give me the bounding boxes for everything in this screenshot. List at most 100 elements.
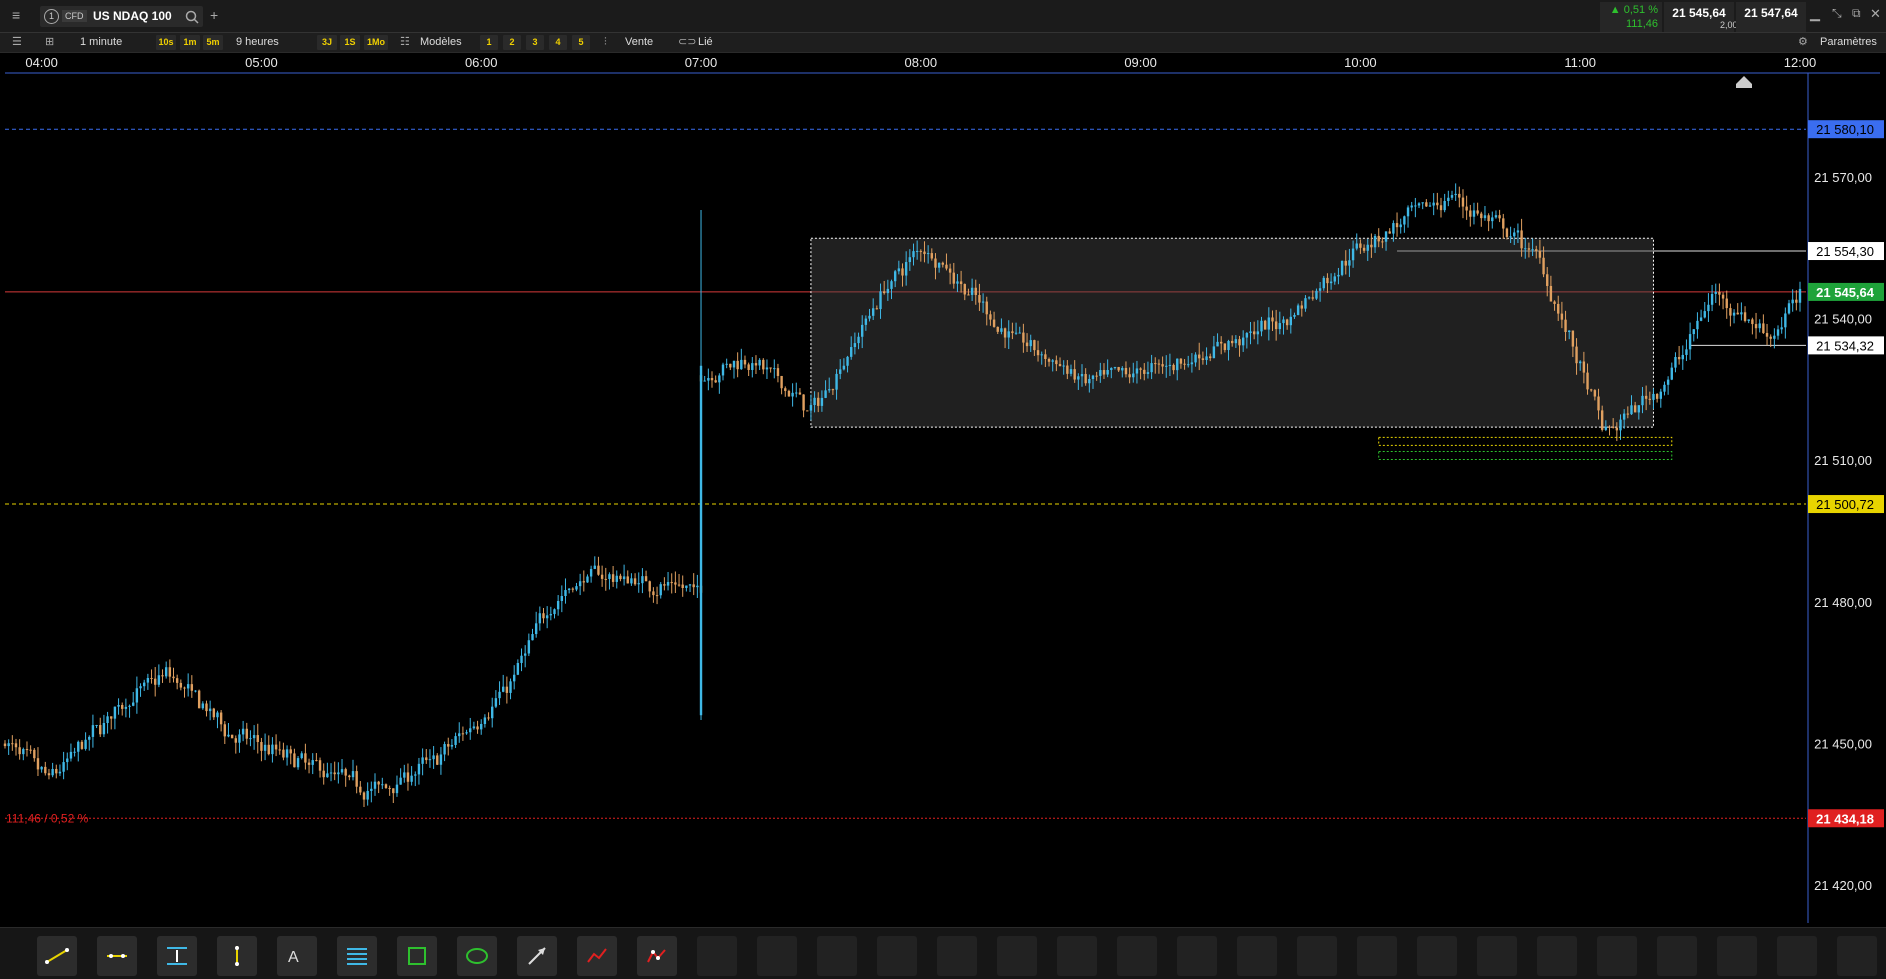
empty-tool-slot[interactable] [1717, 936, 1757, 976]
rectangle-tool-button[interactable] [397, 936, 437, 976]
price-range-tool-button[interactable] [157, 936, 197, 976]
close-icon[interactable]: ✕ [1870, 6, 1881, 22]
svg-text:21 545,64: 21 545,64 [1816, 285, 1875, 300]
text-annotation-tool-button[interactable]: A [277, 936, 317, 976]
time-tick-label: 11:00 [1564, 55, 1596, 70]
instrument-type-badge: CFD [62, 10, 87, 22]
upper-level-tag: 21 554,30 [1808, 242, 1884, 261]
fibonacci-tool-button[interactable] [337, 936, 377, 976]
time-tick-label: 05:00 [245, 55, 278, 70]
bid-button[interactable]: 21 545,64 2,00 [1664, 2, 1738, 32]
empty-tool-slot[interactable] [877, 936, 917, 976]
candle [806, 410, 809, 412]
drawing-toolbar: A [0, 927, 1886, 979]
time-tick-label: 10:00 [1344, 55, 1377, 70]
minimize-icon[interactable]: ▁ [1810, 6, 1820, 22]
empty-tool-slot[interactable] [1477, 936, 1517, 976]
empty-tool-slot[interactable] [1417, 936, 1457, 976]
interval-1m[interactable]: 1m [180, 35, 200, 50]
empty-tool-slot[interactable] [1657, 936, 1697, 976]
current-price-tag: 21 545,64 [1808, 282, 1884, 301]
empty-tool-slot[interactable] [1057, 936, 1097, 976]
empty-tool-slot[interactable] [1237, 936, 1277, 976]
svg-text:A: A [288, 949, 299, 966]
sell-button[interactable]: Vente [625, 33, 653, 52]
svg-text:21 500,72: 21 500,72 [1816, 497, 1874, 512]
price-range-icon [167, 947, 187, 965]
empty-tool-slot[interactable] [1837, 936, 1877, 976]
zigzag-icon [587, 948, 607, 963]
instrument-selector[interactable]: 1 CFD US NDAQ 100 [40, 6, 203, 27]
settings-button[interactable]: Paramètres [1820, 33, 1877, 52]
candle [1340, 260, 1344, 277]
ellipse-tool-button[interactable] [457, 936, 497, 976]
empty-tool-slot[interactable] [697, 936, 737, 976]
svg-text:21 554,30: 21 554,30 [1816, 244, 1874, 259]
model-1[interactable]: 1 [480, 35, 498, 50]
change-pct: ▲ 0,51 % [1609, 4, 1658, 16]
pattern-tool-button[interactable] [637, 936, 677, 976]
zigzag-tool-button[interactable] [577, 936, 617, 976]
empty-tool-slot[interactable] [817, 936, 857, 976]
yellow-level-tag: 21 500,72 [1808, 495, 1884, 514]
interval-select[interactable]: 1 minute [80, 33, 122, 52]
empty-tool-slot[interactable] [1297, 936, 1337, 976]
vertical-line-tool-button[interactable] [217, 936, 257, 976]
model-4[interactable]: 4 [549, 35, 567, 50]
horizontal-line-tool-button[interactable] [97, 936, 137, 976]
ask-price: 21 547,64 [1744, 6, 1798, 20]
model-2[interactable]: 2 [503, 35, 521, 50]
models-icon: ☷ [400, 36, 410, 48]
empty-tool-slot[interactable] [1777, 936, 1817, 976]
fibonacci-icon [347, 948, 367, 965]
link-icon: ⊂⊃ [678, 36, 697, 48]
shrink-icon[interactable]: ⤡ [1832, 6, 1842, 21]
empty-tool-slot[interactable] [1537, 936, 1577, 976]
period-1s[interactable]: 1S [340, 35, 360, 50]
period-1mo[interactable]: 1Mo [364, 35, 388, 50]
add-tab-icon[interactable]: + [210, 7, 218, 23]
sell-icon: ⫶ [604, 36, 607, 48]
range-rectangle[interactable] [810, 237, 1654, 428]
period-3j[interactable]: 3J [317, 35, 337, 50]
instrument-name: US NDAQ 100 [93, 9, 172, 23]
empty-tool-slot[interactable] [1177, 936, 1217, 976]
price-tick-label: 21 570,00 [1814, 170, 1872, 185]
ask-button[interactable]: 21 547,64 [1736, 2, 1806, 32]
rectangle-icon [408, 947, 426, 965]
list-view-icon[interactable]: ☰ [12, 33, 22, 52]
layout-icon[interactable]: ⊞ [45, 33, 54, 52]
svg-text:21 580,10: 21 580,10 [1816, 122, 1874, 137]
models-button[interactable]: Modèles [420, 33, 462, 52]
model-5[interactable]: 5 [572, 35, 590, 50]
interval-10s[interactable]: 10s [156, 35, 176, 50]
arrow-tool-button[interactable] [517, 936, 557, 976]
model-3[interactable]: 3 [526, 35, 544, 50]
empty-tool-slot[interactable] [757, 936, 797, 976]
period-select[interactable]: 9 heures [236, 33, 279, 52]
time-tick-label: 07:00 [685, 55, 718, 70]
menu-icon[interactable]: ≡ [12, 7, 20, 23]
bid-price: 21 545,64 [1672, 6, 1726, 20]
price-tick-label: 21 510,00 [1814, 453, 1872, 468]
candle [1263, 319, 1267, 330]
detach-icon[interactable]: ⧉ [1852, 6, 1861, 21]
candle [230, 734, 234, 739]
price-tick-label: 21 540,00 [1814, 312, 1872, 327]
settings-icon[interactable]: ⚙ [1798, 33, 1808, 52]
empty-tool-slot[interactable] [937, 936, 977, 976]
empty-tool-slot[interactable] [1597, 936, 1637, 976]
empty-tool-slot[interactable] [1357, 936, 1397, 976]
linked-button[interactable]: Lié [698, 33, 713, 52]
top-bar: ≡ 1 CFD US NDAQ 100 + ▲ 0,51 % 111,46 21… [0, 0, 1886, 33]
search-icon[interactable] [185, 10, 199, 24]
text-annotation-icon: A [288, 949, 299, 966]
change-box: ▲ 0,51 % 111,46 [1600, 2, 1662, 32]
interval-5m[interactable]: 5m [203, 35, 223, 50]
ellipse-icon [466, 948, 488, 964]
empty-tool-slot[interactable] [1117, 936, 1157, 976]
price-chart[interactable]: 04:00 05:00 06:00 07:00 08:00 09:00 10:00 11:00… [0, 53, 1886, 927]
empty-tool-slot[interactable] [997, 936, 1037, 976]
change-abs: 111,46 [1625, 18, 1658, 30]
trend-line-tool-button[interactable] [37, 936, 77, 976]
